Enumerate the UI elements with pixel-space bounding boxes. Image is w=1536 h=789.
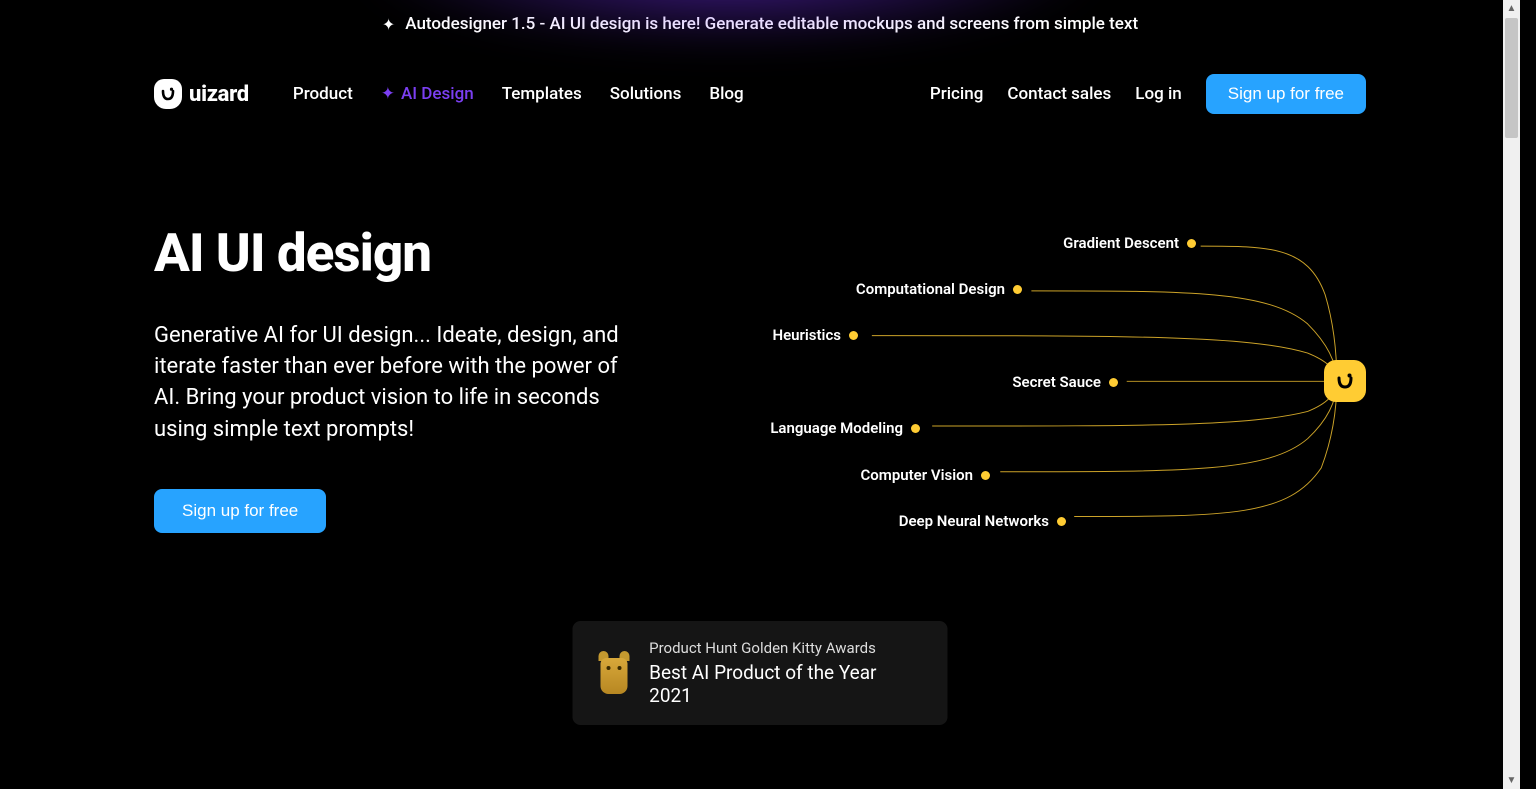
hero-title: AI UI design [154,222,684,284]
nav-pricing[interactable]: Pricing [930,84,984,104]
nav-contact-sales[interactable]: Contact sales [1007,84,1111,104]
diagram-node-label: Computer Vision [861,466,974,484]
diagram-hub-icon [1324,360,1366,402]
announcement-banner[interactable]: ✦ Autodesigner 1.5 - AI UI design is her… [0,0,1520,52]
dot-icon [849,331,858,340]
diagram-node-computational-design: Computational Design [856,280,1022,298]
dot-icon [1057,517,1066,526]
dot-icon [911,424,920,433]
trophy-icon [597,652,632,694]
ai-ingredients-diagram: Gradient Descent Computational Design He… [724,212,1366,572]
diagram-node-heuristics: Heuristics [772,326,858,344]
dot-icon [981,471,990,480]
nav-links: Product ✦ AI Design Templates Solutions … [293,84,744,104]
nav-right: Pricing Contact sales Log in Sign up for… [930,74,1366,114]
sparkle-icon: ✦ [382,15,395,34]
sparkle-icon: ✦ [381,84,395,104]
dot-icon [1187,239,1196,248]
scrollbar-down-arrow-icon[interactable]: ▼ [1503,772,1520,789]
brand-logo[interactable]: uizard [154,79,249,109]
award-text: Product Hunt Golden Kitty Awards Best AI… [649,639,913,707]
nav-blog[interactable]: Blog [709,84,743,104]
scrollbar-up-arrow-icon[interactable]: ▲ [1503,0,1520,17]
nav-solutions[interactable]: Solutions [610,84,682,104]
diagram-node-gradient-descent: Gradient Descent [1063,234,1196,252]
diagram-node-computer-vision: Computer Vision [861,466,991,484]
nav-login[interactable]: Log in [1135,84,1181,104]
award-line2: Best AI Product of the Year 2021 [649,661,913,707]
nav-ai-design-label: AI Design [401,84,474,104]
dot-icon [1109,378,1118,387]
nav-ai-design[interactable]: ✦ AI Design [381,84,474,104]
diagram-node-label: Language Modeling [770,419,903,437]
announcement-text: Autodesigner 1.5 - AI UI design is here!… [405,14,1138,34]
scrollbar-thumb[interactable] [1505,18,1518,138]
diagram-node-deep-neural-networks: Deep Neural Networks [899,512,1066,530]
diagram-node-label: Secret Sauce [1012,373,1101,391]
diagram-node-label: Computational Design [856,280,1005,298]
diagram-node-label: Gradient Descent [1063,234,1179,252]
award-line1: Product Hunt Golden Kitty Awards [649,639,913,657]
diagram-node-label: Deep Neural Networks [899,512,1049,530]
logo-mark-icon [154,79,182,109]
signup-button[interactable]: Sign up for free [1206,74,1366,114]
brand-name: uizard [189,82,249,107]
diagram-node-label: Heuristics [772,326,841,344]
nav-product[interactable]: Product [293,84,353,104]
award-badge: Product Hunt Golden Kitty Awards Best AI… [573,621,948,725]
dot-icon [1013,285,1022,294]
main-nav: uizard Product ✦ AI Design Templates Sol… [0,52,1520,114]
hero-signup-button[interactable]: Sign up for free [154,489,326,533]
vertical-scrollbar[interactable]: ▲ ▼ [1503,0,1520,789]
hero-section: AI UI design Generative AI for UI design… [0,114,1520,572]
nav-templates[interactable]: Templates [502,84,582,104]
diagram-node-secret-sauce: Secret Sauce [1012,373,1118,391]
diagram-node-language-modeling: Language Modeling [770,419,920,437]
hero-subtitle: Generative AI for UI design... Ideate, d… [154,320,644,445]
hero-copy: AI UI design Generative AI for UI design… [154,222,684,572]
